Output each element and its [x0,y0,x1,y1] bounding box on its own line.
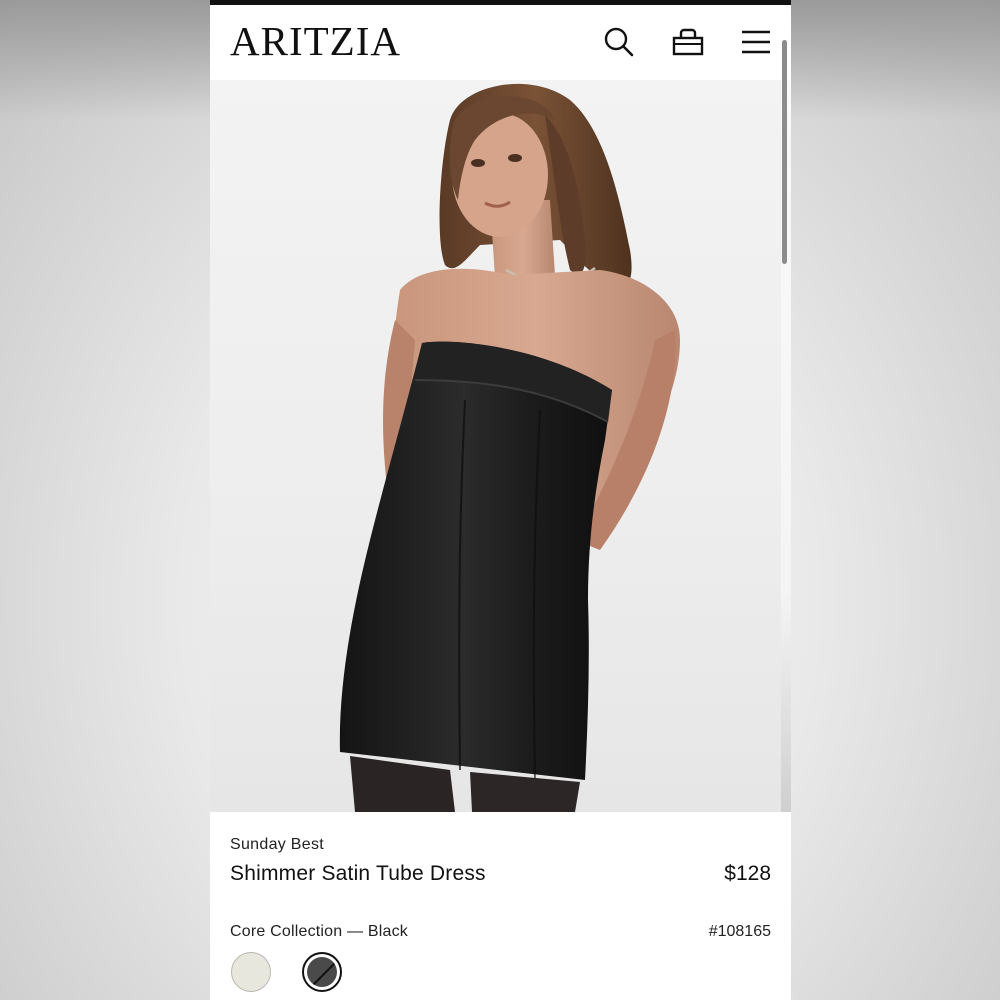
search-icon[interactable] [602,25,636,59]
product-image[interactable] [210,80,781,812]
brand-logo[interactable]: ARITZIA [230,21,401,62]
model-illustration [339,83,680,812]
menu-icon[interactable] [739,25,773,59]
site-header: ARITZIA [210,5,791,80]
style-number: #108165 [708,923,771,940]
bag-icon[interactable] [671,25,705,59]
collection-color-label: Core Collection — Black [230,923,408,940]
product-brand[interactable]: Sunday Best [230,836,324,854]
unavailable-slash-icon [309,957,337,987]
swatch-ivory[interactable] [231,952,271,992]
product-name: Shimmer Satin Tube Dress [230,862,486,885]
swatch-black-fill [307,957,337,987]
phone-screen: ARITZIA Sunday Best Shimmer Satin Tube D… [210,0,791,1000]
scrollbar[interactable] [782,40,787,264]
product-info: Sunday Best Shimmer Satin Tube Dress $12… [210,812,791,1000]
product-price: $128 [724,862,771,885]
swatch-black-selected[interactable] [302,952,342,992]
